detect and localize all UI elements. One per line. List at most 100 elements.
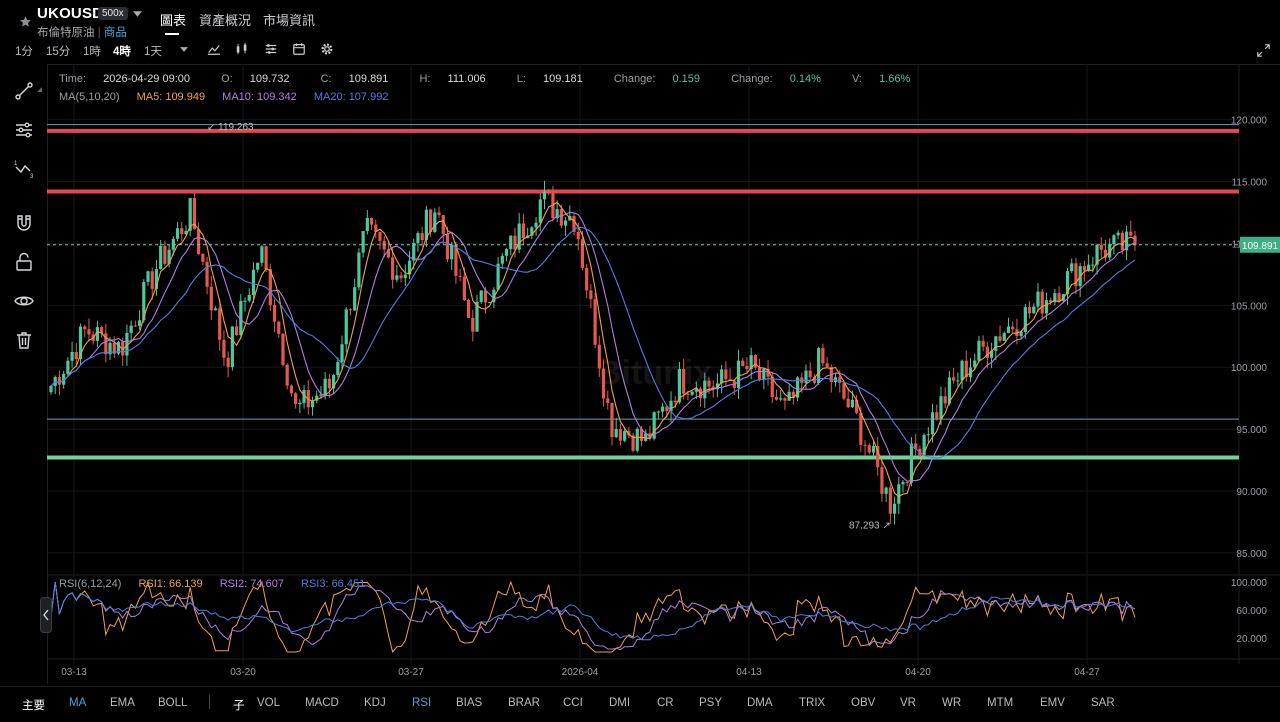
- sub-indicator-psy[interactable]: PSY: [699, 697, 722, 709]
- candle-body: [222, 339, 226, 358]
- sub-indicator-cr[interactable]: CR: [657, 697, 674, 709]
- time-value: 2026-04-29 09:00: [103, 73, 191, 85]
- candle-body: [87, 329, 91, 335]
- candle-body: [433, 212, 437, 232]
- fibonacci-icon[interactable]: 13: [13, 158, 35, 180]
- y-axis: 120.000115.000110.000105.000100.00095.00…: [1231, 116, 1268, 560]
- candle-body: [745, 366, 749, 370]
- candle-body: [281, 333, 285, 365]
- volume-value: 1.66%: [879, 73, 911, 85]
- candle-type-icon[interactable]: [235, 42, 249, 56]
- main-indicator-ema[interactable]: EMA: [110, 697, 135, 709]
- candle-body: [1027, 307, 1032, 314]
- eye-icon[interactable]: [13, 290, 35, 312]
- price-chart[interactable]: Bitunix 120.000115.000110.000105.000100.…: [47, 64, 1280, 684]
- candle-body: [509, 235, 513, 250]
- candle-body: [623, 431, 627, 441]
- sub-indicator-vol[interactable]: VOL: [257, 697, 280, 709]
- candle-body: [150, 271, 154, 289]
- candle-body: [336, 362, 340, 376]
- sub-indicator-rsi[interactable]: RSI: [412, 697, 431, 709]
- candles: [49, 180, 1137, 525]
- sub-indicator-kdj[interactable]: KDJ: [364, 697, 386, 709]
- sub-indicator-dmi[interactable]: DMI: [609, 697, 630, 709]
- candle-body: [707, 380, 711, 387]
- candle-body: [779, 398, 783, 400]
- symbol-name[interactable]: UKOUSD: [37, 5, 103, 22]
- candle-body: [277, 321, 281, 334]
- category-link[interactable]: 商品: [104, 27, 127, 39]
- fullscreen-icon[interactable]: [1257, 44, 1270, 57]
- candle-body: [298, 402, 302, 405]
- sub-indicator-brar[interactable]: BRAR: [508, 697, 540, 709]
- candle-body: [1070, 263, 1074, 272]
- magnet-icon[interactable]: [13, 212, 35, 234]
- trend-line-icon[interactable]: [13, 80, 35, 102]
- sub-indicator-trix[interactable]: TRIX: [799, 697, 825, 709]
- ohlc-info: Time: 2026-04-29 09:00 O: 109.732 C: 109…: [59, 73, 938, 85]
- timeframe-15m[interactable]: 15分: [46, 43, 70, 59]
- star-icon[interactable]: [19, 15, 32, 28]
- timeframe-4h[interactable]: 4時: [113, 43, 131, 59]
- candle-body: [243, 300, 247, 302]
- indicator-separator: [209, 695, 210, 709]
- sub-indicator-cci[interactable]: CCI: [563, 697, 583, 709]
- sub-indicator-bias[interactable]: BIAS: [456, 697, 482, 709]
- main-indicator-ma[interactable]: MA: [69, 697, 86, 709]
- sub-indicator-wr[interactable]: WR: [942, 697, 961, 709]
- timeframe-1m[interactable]: 1分: [15, 43, 33, 59]
- timeframe-1h[interactable]: 1時: [83, 43, 101, 59]
- subtitle-text: 布倫特原油: [37, 27, 95, 39]
- gear-icon[interactable]: [320, 42, 334, 56]
- candle-body: [1116, 232, 1120, 236]
- tab-market-info[interactable]: 市場資訊: [263, 10, 315, 29]
- candle-body: [597, 344, 601, 369]
- candle-body: [163, 245, 167, 264]
- main-indicator-boll[interactable]: BOLL: [158, 697, 187, 709]
- settings-sliders-icon[interactable]: [13, 119, 35, 141]
- candle-body: [703, 380, 707, 399]
- rsi1-line: [50, 580, 1136, 654]
- top-bar: [0, 0, 1280, 65]
- candle-body: [892, 503, 897, 514]
- candle-body: [310, 400, 315, 408]
- candle-body: [1091, 264, 1095, 266]
- settings-sliders-icon[interactable]: [264, 42, 278, 56]
- indicator-icon[interactable]: [207, 42, 221, 56]
- rsi2-line: [50, 581, 1136, 651]
- sub-indicator-obv[interactable]: OBV: [851, 697, 875, 709]
- candle-body: [601, 368, 606, 399]
- time-label: Time:: [59, 73, 87, 85]
- candle-body: [378, 231, 382, 241]
- trash-icon[interactable]: [13, 329, 35, 351]
- candle-body: [534, 222, 538, 228]
- candle-body: [395, 275, 399, 280]
- candle-body: [614, 429, 618, 437]
- sub-indicator-vr[interactable]: VR: [900, 697, 916, 709]
- sub-indicator-dma[interactable]: DMA: [747, 697, 773, 709]
- candle-body: [998, 336, 1002, 341]
- lock-icon[interactable]: [13, 251, 35, 273]
- candle-body: [1036, 291, 1040, 307]
- candle-body: [939, 396, 943, 420]
- candle-body: [576, 231, 580, 240]
- candle-body: [445, 233, 450, 260]
- chevron-down-icon[interactable]: [180, 47, 188, 52]
- ma-lines: [50, 201, 1136, 498]
- sub-indicator-mtm[interactable]: MTM: [987, 697, 1013, 709]
- collapse-panel-button[interactable]: [40, 597, 52, 633]
- low-marker-label: 87.293 ↗: [849, 520, 891, 531]
- candle-body: [513, 235, 517, 250]
- timeframe-1d[interactable]: 1天: [144, 43, 162, 59]
- candle-body: [412, 242, 416, 261]
- chevron-down-icon[interactable]: [133, 11, 142, 17]
- candle-body: [758, 367, 762, 380]
- calendar-icon[interactable]: [292, 42, 306, 56]
- sub-indicator-macd[interactable]: MACD: [305, 697, 339, 709]
- high-label: H:: [419, 73, 431, 85]
- tab-asset-overview[interactable]: 資產概況: [199, 10, 251, 29]
- sub-indicator-sar[interactable]: SAR: [1091, 697, 1115, 709]
- candle-body: [353, 287, 357, 311]
- sub-indicator-emv[interactable]: EMV: [1040, 697, 1065, 709]
- tab-chart[interactable]: 圖表: [160, 10, 186, 29]
